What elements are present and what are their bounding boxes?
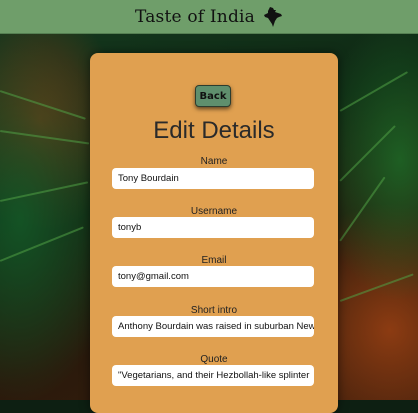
name-label: Name xyxy=(200,156,228,167)
username-label: Username xyxy=(190,206,238,217)
back-button[interactable]: Back xyxy=(195,85,231,107)
username-field[interactable]: tonyb xyxy=(112,217,314,238)
short-intro-field[interactable]: Anthony Bourdain was raised in suburban … xyxy=(112,316,314,337)
name-field[interactable]: Tony Bourdain xyxy=(112,168,314,189)
edit-details-card: Back Edit Details Name Tony Bourdain Use… xyxy=(90,53,338,413)
app-header: Taste of India xyxy=(0,0,418,34)
email-label: Email xyxy=(201,255,227,266)
quote-field[interactable]: "Vegetarians, and their Hezbollah-like s… xyxy=(112,365,314,386)
app-title: Taste of India xyxy=(134,6,256,27)
email-field[interactable]: tony@gmail.com xyxy=(112,266,314,287)
short-intro-label: Short intro xyxy=(190,305,238,316)
page-title: Edit Details xyxy=(153,117,275,144)
quote-label: Quote xyxy=(200,354,228,365)
india-map-icon xyxy=(263,6,283,28)
